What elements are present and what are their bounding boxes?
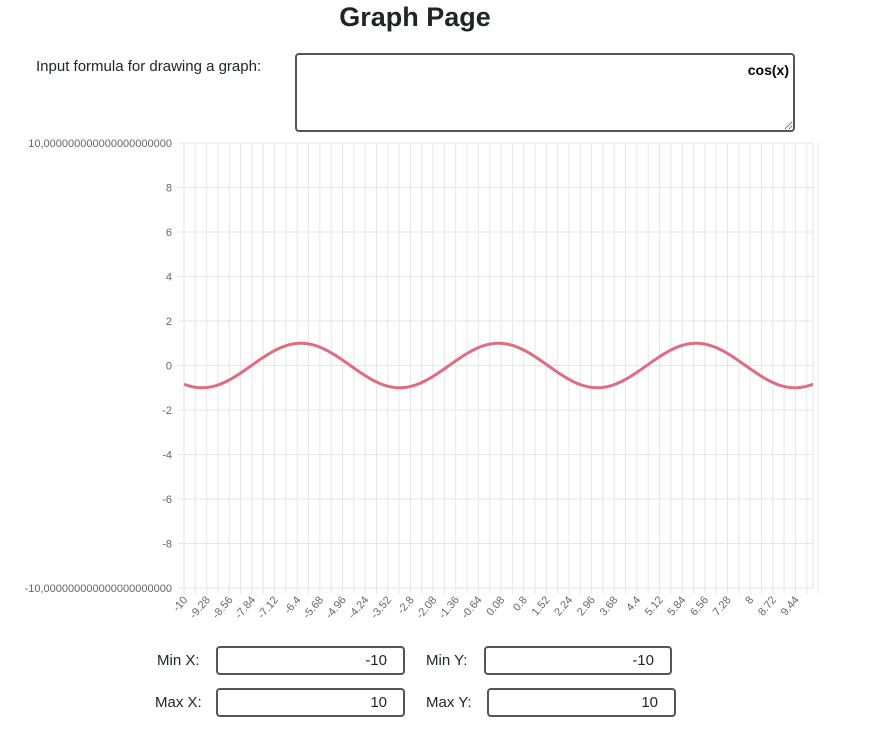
y-tick-label: 0 bbox=[166, 361, 172, 373]
min-y-label: Min Y: bbox=[426, 652, 468, 669]
x-tick-label: 8.72 bbox=[756, 594, 779, 618]
x-tick-label: 3.68 bbox=[598, 594, 621, 618]
x-tick-label: -3.52 bbox=[369, 594, 394, 621]
y-grid bbox=[178, 142, 813, 589]
y-tick-label: -6 bbox=[162, 494, 172, 506]
x-tick-label: -9.28 bbox=[188, 594, 213, 621]
x-tick-label: -10 bbox=[171, 594, 190, 614]
x-tick-label: 7.28 bbox=[711, 594, 734, 618]
y-tick-label: 6 bbox=[166, 227, 172, 239]
x-tick-label: -0.64 bbox=[459, 594, 484, 621]
y-tick-label: -4 bbox=[162, 450, 172, 462]
x-tick-label: -7.12 bbox=[256, 594, 281, 621]
x-tick-label: 1.52 bbox=[530, 594, 553, 618]
y-tick-label: 8 bbox=[166, 183, 172, 195]
x-tick-label: 6.56 bbox=[688, 594, 711, 618]
x-tick-label: 0.8 bbox=[511, 594, 530, 613]
y-tick-label: 4 bbox=[166, 272, 172, 284]
x-tick-label: -4.24 bbox=[346, 594, 371, 621]
x-axis-ticks: -10-9.28-8.56-7.84-7.12 -6.4-5.68-4.96-4.… bbox=[171, 594, 802, 621]
y-tick-label: 10,000000000000000000000 bbox=[28, 138, 172, 150]
formula-input[interactable] bbox=[295, 53, 795, 132]
x-tick-label: -4.96 bbox=[323, 594, 348, 621]
x-tick-label: 9.44 bbox=[779, 594, 802, 618]
x-tick-label: 5.84 bbox=[666, 594, 689, 618]
y-tick-label: -2 bbox=[162, 405, 172, 417]
min-y-input[interactable] bbox=[484, 646, 672, 675]
min-x-input[interactable] bbox=[216, 646, 405, 675]
y-axis-ticks: 10,000000000000000000000 8 6 4 2 0 -2 -4 -6 -8 -10… bbox=[25, 138, 172, 595]
y-tick-label: -8 bbox=[162, 539, 172, 551]
x-grid bbox=[183, 143, 819, 594]
x-tick-label: 2.24 bbox=[552, 594, 575, 618]
x-tick-label: -5.68 bbox=[301, 594, 326, 621]
x-tick-label: -2.08 bbox=[414, 594, 439, 621]
x-tick-label: 4.4 bbox=[624, 594, 643, 613]
x-tick-label: -8.56 bbox=[210, 594, 235, 621]
x-tick-label: 0.08 bbox=[484, 594, 507, 618]
min-x-label: Min X: bbox=[157, 652, 200, 669]
x-tick-label: 2.96 bbox=[575, 594, 598, 618]
max-y-label: Max Y: bbox=[426, 694, 472, 711]
max-x-input[interactable] bbox=[216, 688, 405, 717]
formula-label: Input formula for drawing a graph: bbox=[36, 58, 262, 75]
x-tick-label: -7.84 bbox=[233, 594, 258, 621]
graph-chart: 10,000000000000000000000 8 6 4 2 0 -2 -4 -6 -8 -10… bbox=[25, 138, 819, 621]
x-tick-label: 8 bbox=[743, 594, 756, 606]
page-title: Graph Page bbox=[339, 2, 491, 32]
max-y-input[interactable] bbox=[487, 688, 676, 717]
y-tick-label: -10,000000000000000000000 bbox=[25, 583, 172, 595]
max-x-label: Max X: bbox=[155, 694, 202, 711]
x-tick-label: -1.36 bbox=[437, 594, 462, 621]
y-tick-label: 2 bbox=[166, 316, 172, 328]
x-tick-label: 5.12 bbox=[643, 594, 666, 618]
